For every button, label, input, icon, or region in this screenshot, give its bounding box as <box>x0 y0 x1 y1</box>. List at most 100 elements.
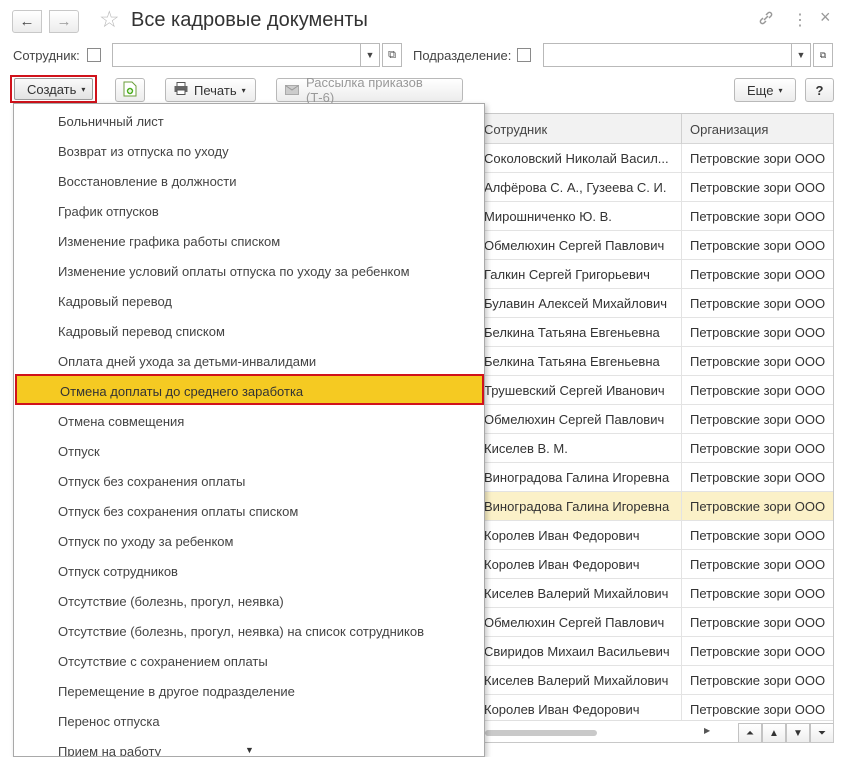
table-row[interactable]: Мирошниченко Ю. В. Петровские зори ООО <box>477 202 833 231</box>
more-button[interactable]: Еще ▾ <box>734 78 796 102</box>
go-first-icon: ⏶ <box>746 727 754 739</box>
table-row[interactable]: Киселев В. М. Петровские зори ООО <box>477 434 833 463</box>
cell-divider <box>681 492 682 521</box>
department-open-button[interactable]: ⧉ <box>813 43 833 67</box>
menu-item[interactable]: Отпуск без сохранения оплаты <box>14 465 484 495</box>
menu-item[interactable]: Отпуск <box>14 435 484 465</box>
cell-divider <box>681 405 682 434</box>
create-button-highlight: Создать ▾ <box>10 75 97 103</box>
chevron-down-icon: ▼ <box>365 50 375 60</box>
close-icon[interactable]: × <box>820 7 831 28</box>
favorite-star-icon[interactable]: ☆ <box>99 6 120 33</box>
menu-item[interactable]: Отпуск по уходу за ребенком <box>14 525 484 555</box>
scroll-right-icon[interactable]: ▶ <box>704 726 710 735</box>
cell-employee: Булавин Алексей Михайлович <box>484 296 667 311</box>
table-row[interactable]: Королев Иван Федорович Петровские зори ОО… <box>477 550 833 579</box>
table-row[interactable]: Обмелюхин Сергей Павлович Петровские зори… <box>477 608 833 637</box>
table-row[interactable]: Белкина Татьяна Евгеньевна Петровские зор… <box>477 347 833 376</box>
table-header: Сотрудник Организация <box>477 114 833 144</box>
menu-item[interactable]: Больничный лист <box>14 105 484 135</box>
table-row[interactable]: Белкина Татьяна Евгеньевна Петровские зор… <box>477 318 833 347</box>
table-row[interactable]: Королев Иван Федорович Петровские зори ОО… <box>477 521 833 550</box>
menu-item[interactable]: Изменение графика работы списком <box>14 225 484 255</box>
menu-item-highlighted[interactable]: Отмена доплаты до среднего заработка <box>15 374 484 405</box>
department-filter-input[interactable] <box>543 43 792 67</box>
horizontal-scrollbar[interactable] <box>485 730 597 736</box>
table-row[interactable]: Галкин Сергей Григорьевич Петровские зори… <box>477 260 833 289</box>
menu-scroll-down-icon[interactable]: ▼ <box>245 745 254 755</box>
table-row[interactable]: Обмелюхин Сергей Павлович Петровские зори… <box>477 405 833 434</box>
menu-item[interactable]: Кадровый перевод <box>14 285 484 315</box>
column-header-organization[interactable]: Организация <box>690 122 768 137</box>
envelope-icon <box>285 83 299 98</box>
cell-employee: Киселев Валерий Михайлович <box>484 673 669 688</box>
cell-employee: Трушевский Сергей Иванович <box>484 383 665 398</box>
create-button[interactable]: Создать ▾ <box>14 78 93 100</box>
forward-button[interactable]: → <box>49 10 79 33</box>
help-label: ? <box>815 82 824 98</box>
menu-item[interactable]: Оплата дней ухода за детьми-инвалидами <box>14 345 484 375</box>
print-button[interactable]: Печать ▾ <box>165 78 256 102</box>
go-down-button[interactable]: ▼ <box>786 723 810 742</box>
table-row[interactable]: Обмелюхин Сергей Павлович Петровские зори… <box>477 231 833 260</box>
help-button[interactable]: ? <box>805 78 834 102</box>
menu-item[interactable]: Отсутствие (болезнь, прогул, неявка) <box>14 585 484 615</box>
cell-organization: Петровские зори ООО <box>690 180 826 195</box>
go-up-button[interactable]: ▲ <box>762 723 786 742</box>
cell-organization: Петровские зори ООО <box>690 615 826 630</box>
menu-item[interactable]: Перемещение в другое подразделение <box>14 675 484 705</box>
cell-organization: Петровские зори ООО <box>690 325 826 340</box>
department-filter-checkbox[interactable] <box>517 48 531 62</box>
cell-divider <box>681 144 682 173</box>
table-row[interactable]: Соколовский Николай Васил... Петровские з… <box>477 144 833 173</box>
department-dropdown-button[interactable]: ▼ <box>791 43 811 67</box>
menu-item[interactable]: Отпуск без сохранения оплаты списком <box>14 495 484 525</box>
print-button-label: Печать <box>194 82 237 98</box>
column-header-employee[interactable]: Сотрудник <box>484 122 547 137</box>
cell-divider <box>681 173 682 202</box>
menu-item[interactable]: Отпуск сотрудников <box>14 555 484 585</box>
caret-down-icon: ▾ <box>778 85 783 95</box>
link-icon[interactable] <box>758 10 774 31</box>
add-from-copy-button[interactable] <box>115 78 145 102</box>
menu-item[interactable]: Кадровый перевод списком <box>14 315 484 345</box>
employee-filter-input[interactable] <box>112 43 361 67</box>
back-button[interactable]: ← <box>12 10 42 33</box>
table-footer: ▶ ⏶ ▲ ▼ ⏷ <box>477 720 833 742</box>
employee-open-button[interactable]: ⧉ <box>382 43 402 67</box>
cell-employee: Соколовский Николай Васил... <box>484 151 669 166</box>
more-button-label: Еще <box>747 82 774 98</box>
menu-item[interactable]: Изменение условий оплаты отпуска по уход… <box>14 255 484 285</box>
cell-organization: Петровские зори ООО <box>690 557 826 572</box>
menu-item[interactable]: Восстановление в должности <box>14 165 484 195</box>
menu-item[interactable]: Отсутствие (болезнь, прогул, неявка) на … <box>14 615 484 645</box>
cell-organization: Петровские зори ООО <box>690 470 826 485</box>
employee-dropdown-button[interactable]: ▼ <box>360 43 380 67</box>
menu-item[interactable]: Возврат из отпуска по уходу <box>14 135 484 165</box>
more-vertical-icon[interactable]: ⋮ <box>792 10 808 30</box>
menu-item[interactable]: График отпусков <box>14 195 484 225</box>
cell-employee: Виноградова Галина Игоревна <box>484 499 670 514</box>
table-row[interactable]: Свиридов Михаил Васильевич Петровские зор… <box>477 637 833 666</box>
cell-organization: Петровские зори ООО <box>690 499 826 514</box>
cell-organization: Петровские зори ООО <box>690 528 826 543</box>
menu-item[interactable]: Перенос отпуска <box>14 705 484 735</box>
table-row[interactable]: Виноградова Галина Игоревна Петровские зо… <box>477 463 833 492</box>
go-last-button[interactable]: ⏷ <box>810 723 833 742</box>
cell-divider <box>681 376 682 405</box>
go-first-button[interactable]: ⏶ <box>738 723 762 742</box>
printer-icon <box>174 82 188 98</box>
mailing-orders-button[interactable]: Рассылка приказов (Т-6) <box>276 75 463 105</box>
cell-employee: Галкин Сергей Григорьевич <box>484 267 650 282</box>
menu-item[interactable]: Отсутствие с сохранением оплаты <box>14 645 484 675</box>
menu-item[interactable]: Отмена совмещения <box>14 405 484 435</box>
table-row[interactable]: Киселев Валерий Михайлович Петровские зор… <box>477 579 833 608</box>
cell-divider <box>681 434 682 463</box>
table-row[interactable]: Виноградова Галина Игоревна Петровские зо… <box>477 492 833 521</box>
employee-filter-checkbox[interactable] <box>87 48 101 62</box>
cell-divider <box>681 347 682 376</box>
table-row[interactable]: Киселев Валерий Михайлович Петровские зор… <box>477 666 833 695</box>
table-row[interactable]: Трушевский Сергей Иванович Петровские зор… <box>477 376 833 405</box>
table-row[interactable]: Алфёрова С. А., Гузеева С. И. Петровские … <box>477 173 833 202</box>
table-row[interactable]: Булавин Алексей Михайлович Петровские зор… <box>477 289 833 318</box>
